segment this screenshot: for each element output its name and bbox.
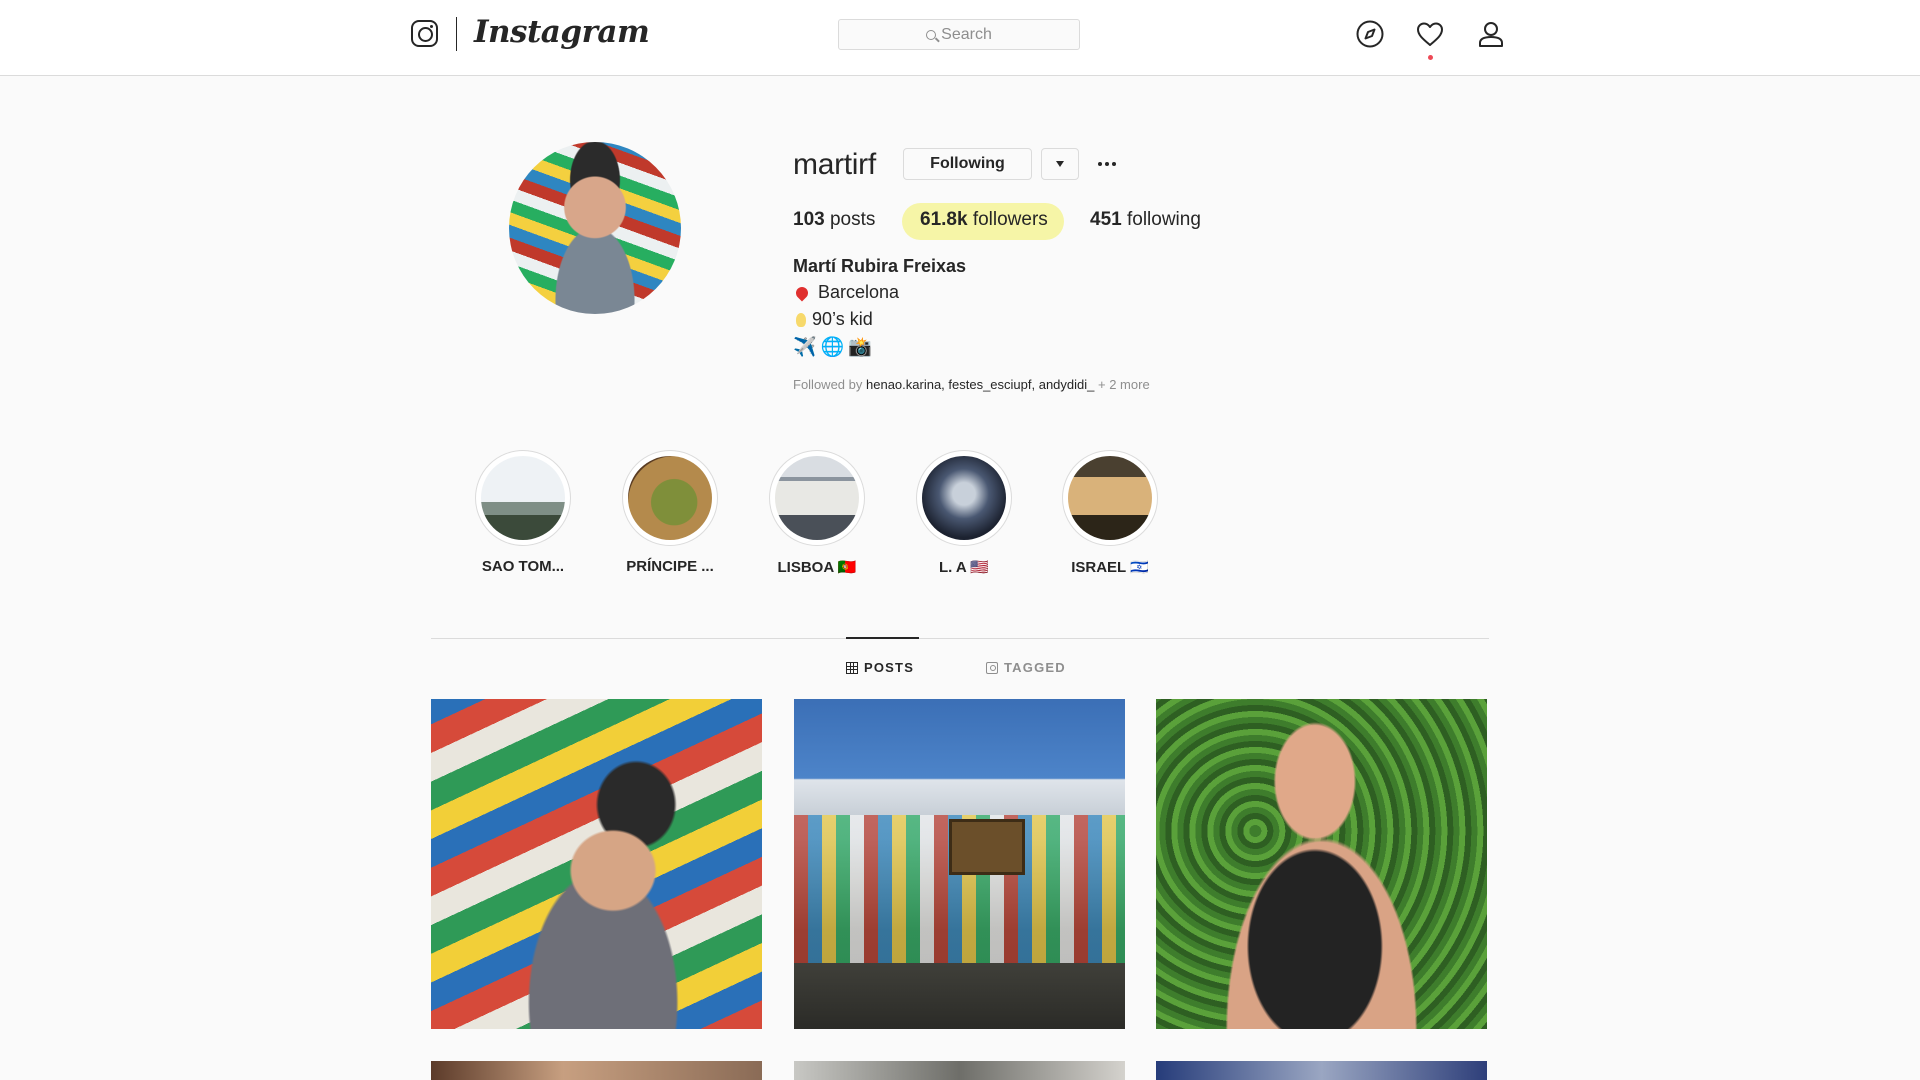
- story-highlight[interactable]: PRÍNCIPE ...: [622, 450, 718, 575]
- lightbulb-icon: [796, 312, 806, 327]
- post-thumbnail[interactable]: [794, 699, 1125, 1029]
- top-navigation-bar: Instagram Search: [0, 0, 1920, 76]
- highlight-label: LISBOA 🇵🇹: [777, 559, 857, 576]
- profile-avatar[interactable]: [509, 142, 681, 314]
- bio-emojis: ✈️ 🌐 📸: [793, 335, 872, 358]
- followed-by[interactable]: Followed by henao.karina, festes_esciupf…: [793, 377, 1150, 392]
- highlight-label: L. A 🇺🇸: [938, 559, 990, 576]
- search-icon: [926, 29, 937, 40]
- search-input[interactable]: Search: [838, 19, 1080, 50]
- following-button[interactable]: Following: [903, 148, 1032, 180]
- search-placeholder: Search: [941, 25, 992, 43]
- highlight-cover: [481, 456, 565, 540]
- highlight-label: SAO TOM...: [481, 558, 565, 575]
- highlight-label: ISRAEL 🇮🇱: [1071, 559, 1149, 576]
- airplane-icon: ✈️: [793, 336, 817, 358]
- user-icon[interactable]: [1475, 18, 1507, 50]
- tab-tagged[interactable]: TAGGED: [986, 660, 1066, 675]
- notification-dot: [1428, 55, 1433, 60]
- bio-location: Barcelona: [793, 282, 899, 303]
- globe-icon: 🌐: [820, 336, 845, 358]
- logo-divider: [456, 17, 457, 51]
- post-thumbnail[interactable]: [1156, 1061, 1487, 1080]
- instagram-wordmark[interactable]: Instagram: [474, 14, 650, 50]
- instagram-glyph-icon[interactable]: [411, 20, 438, 47]
- bio-tagline: 90’s kid: [793, 309, 873, 330]
- post-thumbnail[interactable]: [1156, 699, 1487, 1029]
- highlight-cover: [1068, 456, 1152, 540]
- story-highlight[interactable]: LISBOA 🇵🇹: [769, 450, 865, 576]
- followers-link[interactable]: 61.8k followers: [920, 209, 1048, 231]
- profile-full-name: Martí Rubira Freixas: [793, 256, 967, 276]
- location-pin-icon: [793, 284, 811, 301]
- profile-username: martirf: [793, 148, 876, 181]
- more-options-button[interactable]: [1093, 148, 1121, 180]
- highlight-cover: [775, 456, 859, 540]
- story-highlight[interactable]: L. A 🇺🇸: [916, 450, 1012, 576]
- grid-icon: [846, 661, 858, 674]
- story-highlight[interactable]: ISRAEL 🇮🇱: [1062, 450, 1158, 576]
- followed-by-more[interactable]: + 2 more: [1098, 377, 1150, 392]
- compass-icon[interactable]: [1354, 18, 1386, 50]
- suggested-dropdown-button[interactable]: [1041, 148, 1079, 180]
- tabs-divider: [431, 638, 1489, 639]
- followed-by-users[interactable]: henao.karina, festes_esciupf, andydidi_: [866, 377, 1094, 392]
- following-link[interactable]: 451 following: [1090, 209, 1201, 231]
- story-highlight[interactable]: SAO TOM...: [475, 450, 571, 575]
- chevron-down-icon: [1056, 161, 1064, 167]
- post-thumbnail[interactable]: [794, 1061, 1125, 1080]
- highlight-cover: [628, 456, 712, 540]
- posts-count: 103 posts: [793, 209, 876, 230]
- post-thumbnail[interactable]: [431, 699, 762, 1029]
- tab-posts[interactable]: POSTS: [846, 660, 914, 675]
- active-tab-indicator: [846, 637, 919, 639]
- heart-icon[interactable]: [1414, 18, 1446, 50]
- camera-icon: 📸: [848, 336, 873, 358]
- highlight-cover: [922, 456, 1006, 540]
- highlight-label: PRÍNCIPE ...: [626, 558, 714, 575]
- tagged-icon: [986, 661, 998, 674]
- post-thumbnail[interactable]: [431, 1061, 762, 1080]
